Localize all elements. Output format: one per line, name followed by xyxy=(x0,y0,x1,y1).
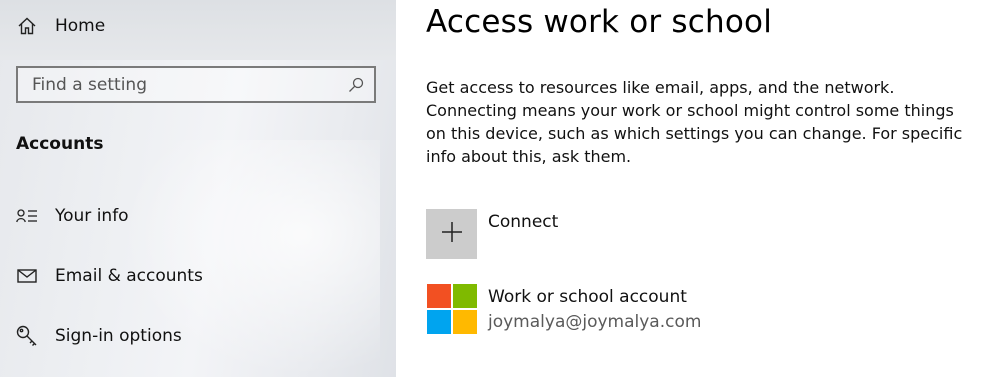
mail-icon xyxy=(16,265,38,287)
search-icon[interactable] xyxy=(348,77,364,93)
sidebar-item-your-info[interactable]: Your info xyxy=(0,196,396,236)
main-content: Access work or school Get access to reso… xyxy=(396,0,992,377)
key-icon xyxy=(16,325,38,347)
sidebar-item-email-accounts[interactable]: Email & accounts xyxy=(0,256,396,296)
home-icon xyxy=(16,15,38,37)
microsoft-logo-icon xyxy=(427,284,477,334)
home-nav-item[interactable]: Home xyxy=(0,6,396,46)
connect-button[interactable] xyxy=(426,209,477,259)
connect-label[interactable]: Connect xyxy=(488,212,558,232)
home-label: Home xyxy=(55,16,106,36)
person-list-icon xyxy=(16,205,38,227)
sidebar-item-label: Email & accounts xyxy=(55,266,203,286)
sidebar-item-label: Your info xyxy=(55,206,129,226)
work-account-name[interactable]: Work or school account xyxy=(488,287,687,307)
plus-icon xyxy=(441,221,463,247)
search-input[interactable] xyxy=(18,69,338,100)
section-title: Accounts xyxy=(16,134,104,154)
sidebar-item-label: Sign-in options xyxy=(55,326,182,346)
work-account-email: joymalya@joymalya.com xyxy=(488,312,702,332)
sidebar: Home Accounts Your info xyxy=(0,0,396,377)
search-box[interactable] xyxy=(16,66,376,103)
sidebar-item-sign-in-options[interactable]: Sign-in options xyxy=(0,316,396,356)
page-title: Access work or school xyxy=(426,4,773,40)
page-description: Get access to resources like email, apps… xyxy=(426,78,963,166)
